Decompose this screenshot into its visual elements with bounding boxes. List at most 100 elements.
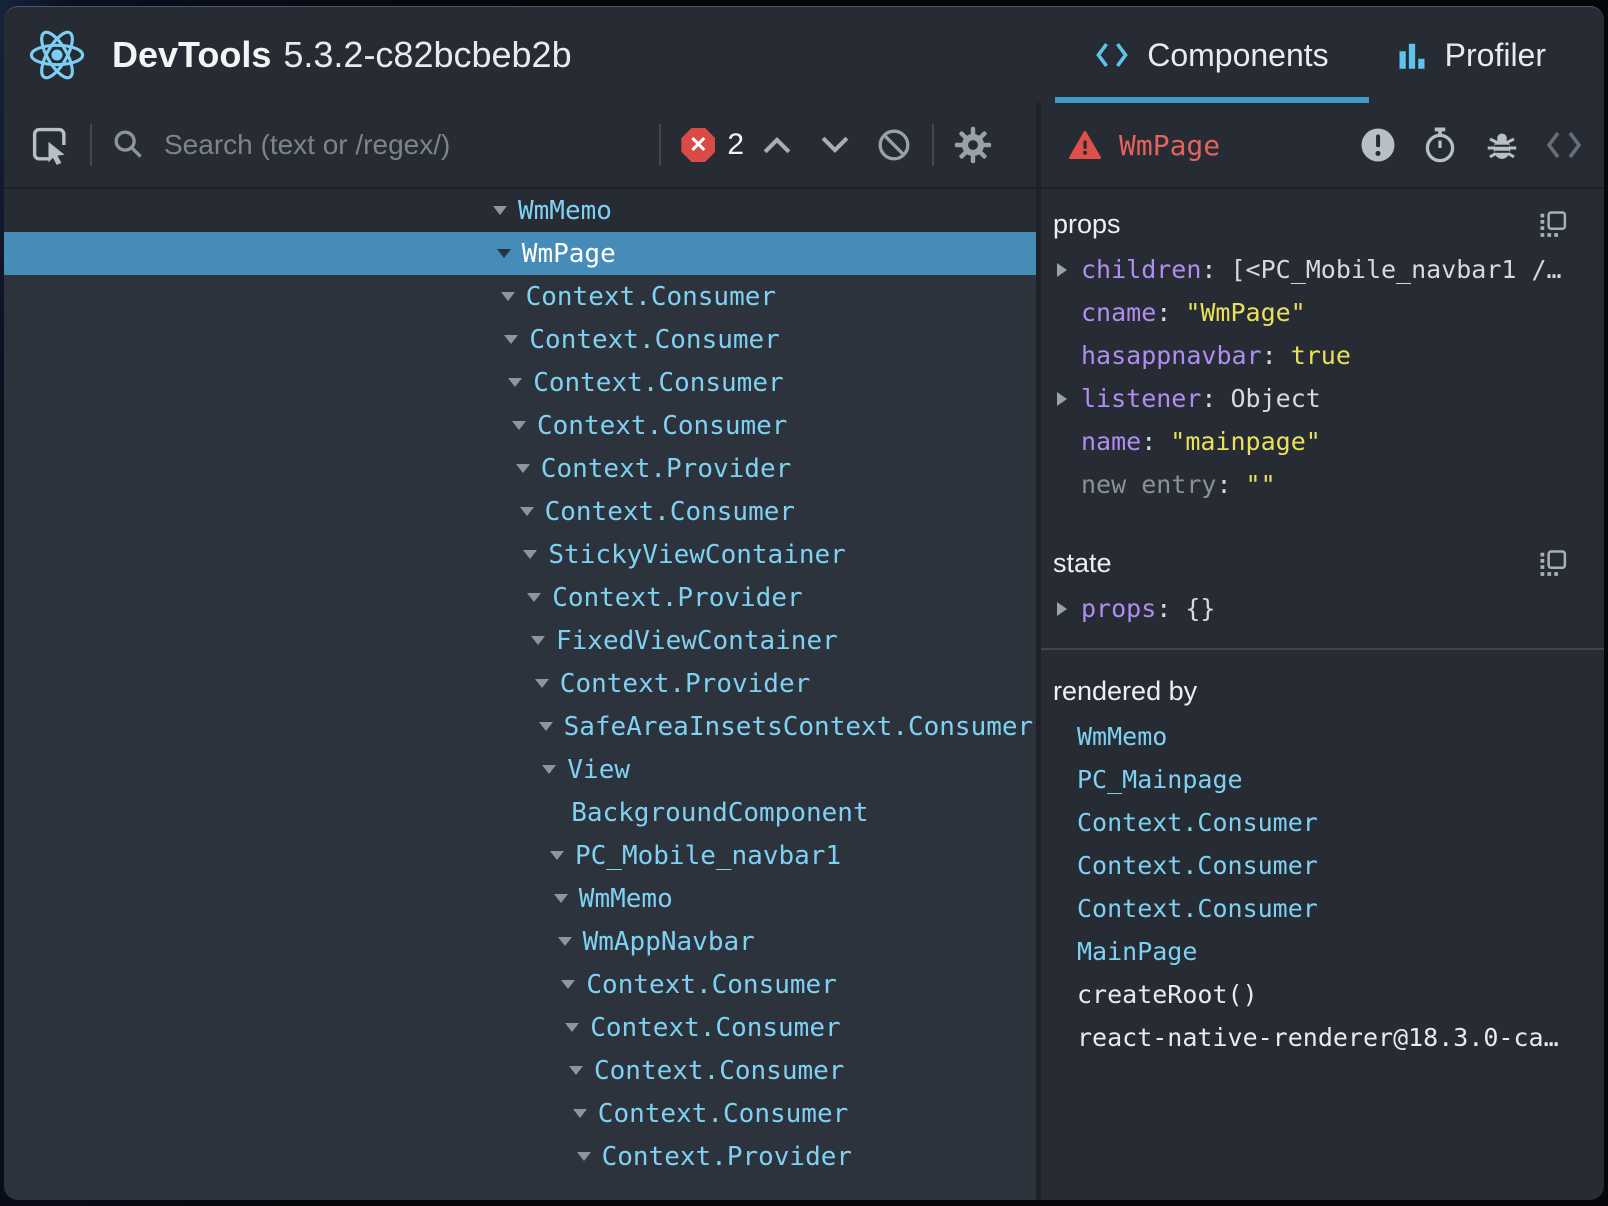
app-header: DevTools5.3.2-c82bcbeb2b Components Prof… bbox=[4, 7, 1604, 103]
tree-row[interactable]: Context.Consumer bbox=[4, 404, 1036, 447]
expand-arrow-icon[interactable] bbox=[523, 550, 537, 559]
inspect-element-button[interactable] bbox=[30, 125, 70, 165]
tree-row[interactable]: FixedViewContainer bbox=[4, 619, 1036, 662]
expand-arrow-icon[interactable] bbox=[577, 1152, 591, 1161]
expand-arrow-icon[interactable] bbox=[539, 722, 553, 731]
expand-arrow-icon[interactable] bbox=[573, 1109, 587, 1118]
prop-value[interactable]: true bbox=[1291, 341, 1351, 370]
chevron-down-icon bbox=[818, 133, 852, 157]
expand-arrow-icon[interactable] bbox=[535, 679, 549, 688]
expand-arrow-icon[interactable] bbox=[554, 894, 568, 903]
tab-bar: Components Profiler bbox=[1055, 7, 1574, 103]
suspense-toggle-button[interactable] bbox=[1422, 127, 1458, 163]
prop-row[interactable]: new entry: "" bbox=[1041, 463, 1604, 506]
tree-row[interactable]: Context.Consumer bbox=[4, 1092, 1036, 1135]
expand-arrow-icon[interactable] bbox=[520, 507, 534, 516]
expand-arrow-icon[interactable] bbox=[501, 292, 515, 301]
expand-triangle-icon[interactable] bbox=[1057, 602, 1067, 616]
tree-row[interactable]: Context.Consumer bbox=[4, 1006, 1036, 1049]
code-icon bbox=[1546, 130, 1582, 160]
prop-row[interactable]: cname: "WmPage" bbox=[1041, 291, 1604, 334]
state-value[interactable]: {} bbox=[1185, 594, 1215, 623]
settings-button[interactable] bbox=[954, 126, 992, 164]
prop-value[interactable]: Object bbox=[1230, 384, 1320, 413]
expand-arrow-icon[interactable] bbox=[558, 937, 572, 946]
prop-value[interactable]: "" bbox=[1246, 470, 1276, 499]
tree-row[interactable]: Context.Provider bbox=[4, 447, 1036, 490]
prop-row[interactable]: listener: Object bbox=[1041, 377, 1604, 420]
prop-row[interactable]: name: "mainpage" bbox=[1041, 420, 1604, 463]
expand-triangle-icon[interactable] bbox=[1057, 392, 1067, 406]
tree-row[interactable]: Context.Consumer bbox=[4, 275, 1036, 318]
view-source-button[interactable] bbox=[1546, 130, 1582, 160]
rendered-by-item[interactable]: react-native-renderer@18.3.0-ca… bbox=[1041, 1016, 1604, 1059]
expand-arrow-icon[interactable] bbox=[504, 335, 518, 344]
error-toggle-button[interactable] bbox=[1360, 127, 1396, 163]
tab-active-underline bbox=[1055, 97, 1368, 103]
tree-row[interactable]: WmPage bbox=[4, 232, 1036, 275]
expand-arrow-icon[interactable] bbox=[561, 980, 575, 989]
tab-profiler[interactable]: Profiler bbox=[1369, 7, 1574, 103]
component-name: Context.Provider bbox=[541, 454, 791, 484]
prev-error-button[interactable] bbox=[760, 133, 794, 157]
debug-log-button[interactable] bbox=[1484, 127, 1520, 163]
expand-arrow-icon[interactable] bbox=[508, 378, 522, 387]
rendered-by-item[interactable]: WmMemo bbox=[1041, 715, 1604, 758]
tree-row[interactable]: PC_Mobile_navbar1 bbox=[4, 834, 1036, 877]
clear-errors-button[interactable] bbox=[876, 127, 912, 163]
expand-arrow-icon[interactable] bbox=[516, 464, 530, 473]
tree-row[interactable]: View bbox=[4, 748, 1036, 791]
prop-colon: : bbox=[1201, 384, 1216, 413]
state-row[interactable]: props: {} bbox=[1041, 587, 1604, 630]
expand-arrow-icon[interactable] bbox=[569, 1066, 583, 1075]
state-key: props bbox=[1081, 594, 1156, 623]
tree-row[interactable]: BackgroundComponent bbox=[4, 791, 1036, 834]
expand-arrow-icon[interactable] bbox=[527, 593, 541, 602]
tree-row[interactable]: Context.Provider bbox=[4, 576, 1036, 619]
prop-value[interactable]: "mainpage" bbox=[1170, 427, 1321, 456]
tree-row[interactable]: Context.Consumer bbox=[4, 361, 1036, 404]
tree-row[interactable]: Context.Provider bbox=[4, 1135, 1036, 1178]
prop-value[interactable]: "WmPage" bbox=[1185, 298, 1305, 327]
prop-row[interactable]: children: [<PC_Mobile_navbar1 /… bbox=[1041, 248, 1604, 291]
tree-row[interactable]: Context.Consumer bbox=[4, 490, 1036, 533]
tree-toolbar: ✕ 2 bbox=[4, 103, 1036, 189]
rendered-by-item[interactable]: Context.Consumer bbox=[1041, 801, 1604, 844]
tree-row[interactable]: Context.Consumer bbox=[4, 1049, 1036, 1092]
component-tree: WmMemo WmPage Context.Consumer C bbox=[4, 189, 1036, 1200]
expand-arrow-icon[interactable] bbox=[512, 421, 526, 430]
tab-components[interactable]: Components bbox=[1055, 7, 1368, 103]
rendered-by-label: Context.Consumer bbox=[1077, 808, 1318, 837]
rendered-by-item[interactable]: PC_Mainpage bbox=[1041, 758, 1604, 801]
expand-arrow-icon[interactable] bbox=[565, 1023, 579, 1032]
expand-arrow-icon[interactable] bbox=[550, 851, 564, 860]
tree-row[interactable]: Context.Consumer bbox=[4, 318, 1036, 361]
prop-colon: : bbox=[1201, 255, 1216, 284]
rendered-by-item[interactable]: createRoot() bbox=[1041, 973, 1604, 1016]
tree-row[interactable]: WmAppNavbar bbox=[4, 920, 1036, 963]
component-name: FixedViewContainer bbox=[556, 626, 838, 656]
tree-row[interactable]: SafeAreaInsetsContext.Consumer bbox=[4, 705, 1036, 748]
expand-arrow-icon[interactable] bbox=[497, 249, 511, 258]
copy-props-button[interactable] bbox=[1538, 210, 1568, 240]
rendered-by-item[interactable]: Context.Consumer bbox=[1041, 887, 1604, 930]
tree-row[interactable]: Context.Provider bbox=[4, 662, 1036, 705]
app-title: DevTools5.3.2-c82bcbeb2b bbox=[112, 34, 572, 76]
app-version: 5.3.2-c82bcbeb2b bbox=[283, 34, 571, 75]
search-input[interactable] bbox=[162, 128, 639, 162]
expand-arrow-icon[interactable] bbox=[493, 206, 507, 215]
expand-arrow-icon[interactable] bbox=[531, 636, 545, 645]
rendered-by-item[interactable]: MainPage bbox=[1041, 930, 1604, 973]
tree-row[interactable]: StickyViewContainer bbox=[4, 533, 1036, 576]
prop-value[interactable]: [<PC_Mobile_navbar1 /… bbox=[1230, 255, 1561, 284]
prop-row[interactable]: hasappnavbar: true bbox=[1041, 334, 1604, 377]
copy-state-button[interactable] bbox=[1538, 549, 1568, 579]
tree-row[interactable]: WmMemo bbox=[4, 877, 1036, 920]
expand-arrow-icon[interactable] bbox=[542, 765, 556, 774]
component-name: WmMemo bbox=[579, 884, 673, 914]
tree-row[interactable]: Context.Consumer bbox=[4, 963, 1036, 1006]
next-error-button[interactable] bbox=[818, 133, 852, 157]
tree-row[interactable]: WmMemo bbox=[4, 189, 1036, 232]
expand-triangle-icon[interactable] bbox=[1057, 263, 1067, 277]
rendered-by-item[interactable]: Context.Consumer bbox=[1041, 844, 1604, 887]
